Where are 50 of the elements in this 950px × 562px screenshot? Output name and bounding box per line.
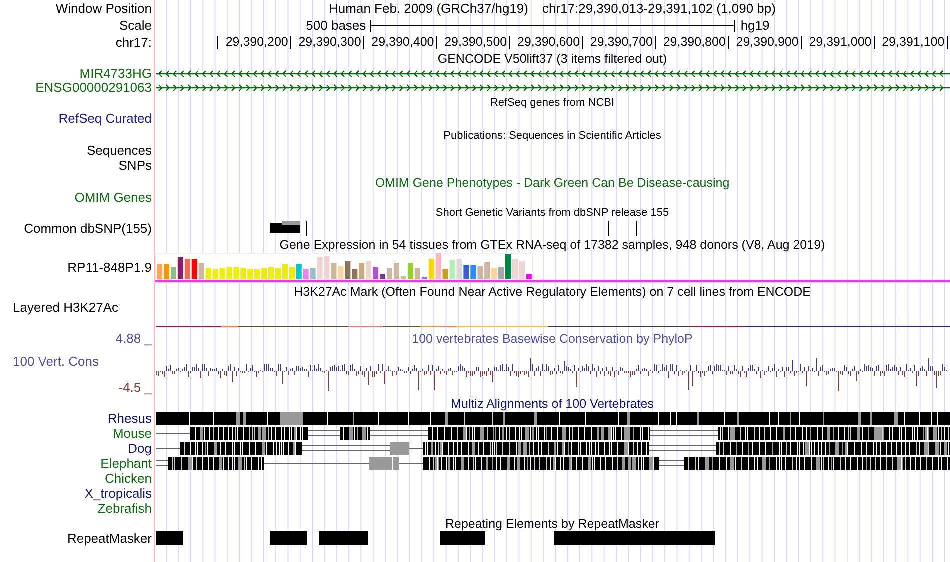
gene-label[interactable]: ENSG00000291063 [36,81,152,95]
gene-drawing[interactable] [155,84,950,92]
ruler-label: 29,390,900 [736,36,799,49]
ruler-label: 29,390,800 [663,36,726,49]
track-title: GENCODE V50lift37 (3 items filtered out) [438,52,668,66]
track-label: SNPs [118,159,152,174]
species-label: Mouse [112,426,152,440]
ruler-label: 29,391,100 [882,36,945,49]
row-label: Scale [119,18,152,32]
track-label: RepeatMasker [67,532,152,546]
ruler-label: 29,390,200 [226,36,288,49]
track-label: Layered H3K27Ac [13,301,119,315]
track-title: Multiz Alignments of 100 Vertebrates [451,396,654,410]
row-label: Window Position [56,2,152,16]
ruler-label: 29,390,500 [444,36,508,49]
scale-length-text: 500 bases [306,18,368,32]
track-title: Repeating Elements by RepeatMasker [445,516,660,530]
position-text: chr17:29,390,013-29,391,102 (1,090 bp) [542,2,776,16]
species-label: Dog [128,442,152,456]
track-title: Short Genetic Variants from dbSNP release 155 [436,206,670,220]
track-label: 100 Vert. Cons [13,355,99,369]
ruler-label: 29,390,700 [590,36,653,49]
species-label: Elephant [100,456,152,470]
track-label: Common dbSNP(155) [24,222,152,236]
track-label: Sequences [86,144,152,158]
row-label: chr17: [116,36,152,50]
ruler-label: 29,390,600 [518,36,580,49]
genome-text: hg19 [740,18,770,32]
ruler-label: 29,390,300 [298,36,362,49]
species-label: X_tropicalis [84,486,152,500]
gene-drawing[interactable] [155,70,950,78]
track-title: H3K27Ac Mark (Often Found Near Active Regulatory Elements) on 7 cell lines from ENCODE [294,285,811,299]
species-label: Zebrafish [98,502,152,516]
track-title: Gene Expression in 54 tissues from GTEx RNA-seq of 17382 samples, 948 donors (V8, Aug 2019) [280,238,826,252]
assembly-text: Human Feb. 2009 (GRCh37/hg19) [329,2,528,16]
track-label: OMIM Genes [74,191,152,205]
ruler-label: 29,391,000 [809,36,872,49]
species-label: Rhesus [108,412,152,426]
track-title: RefSeq genes from NCBI [490,96,615,110]
track-title: 100 vertebrates Basewise Conservation by PhyloP [412,332,693,346]
axis-min-label: -4.5 _ [118,381,152,395]
species-label: Chicken [105,472,152,486]
track-label: RefSeq Curated [58,112,152,126]
track-title: Publications: Sequences in Scientific Articles [444,128,662,142]
track-label: RP11-848P1.9 [68,261,152,275]
track-title: OMIM Gene Phenotypes - Dark Green Can Be Disease-causing [375,176,730,190]
gene-label[interactable]: MIR4733HG [80,67,152,81]
axis-max-label: 4.88 _ [116,332,152,346]
repeat-elements-drawing[interactable] [156,531,715,545]
ruler-label: 29,390,400 [372,36,434,49]
